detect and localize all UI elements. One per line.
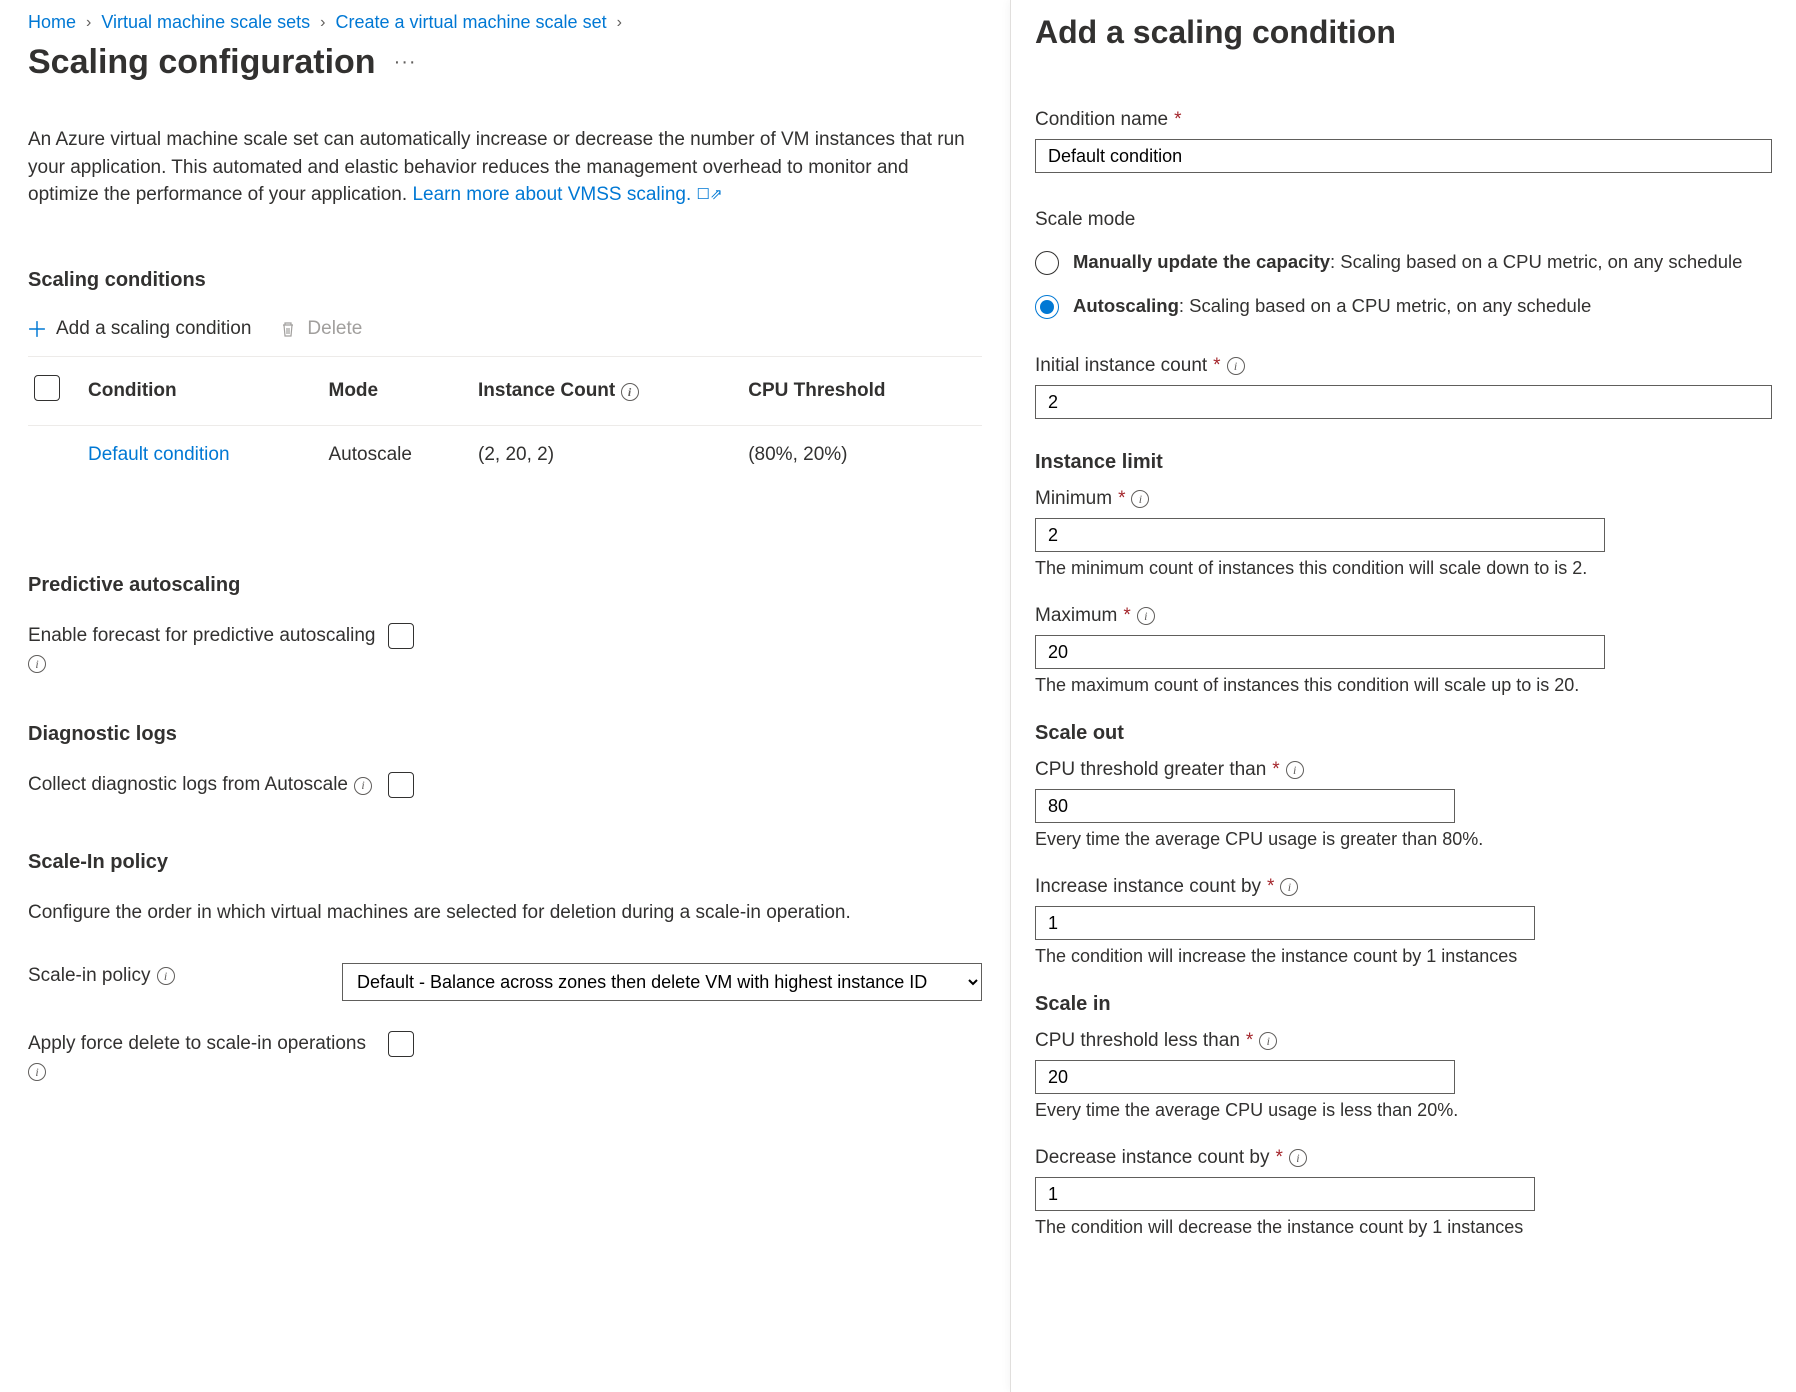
- cpu-gt-input[interactable]: [1035, 789, 1455, 823]
- section-diagnostic: Diagnostic logs: [28, 723, 982, 746]
- info-icon[interactable]: i: [28, 655, 46, 673]
- info-icon[interactable]: i: [1137, 607, 1155, 625]
- cell-instance-count: (2, 20, 2): [478, 425, 748, 484]
- chevron-right-icon: ›: [86, 14, 91, 32]
- delete-button: Delete: [279, 318, 362, 340]
- min-input[interactable]: [1035, 518, 1605, 552]
- section-scaling-conditions: Scaling conditions: [28, 269, 982, 292]
- section-predictive: Predictive autoscaling: [28, 574, 982, 597]
- diagnostic-checkbox[interactable]: [388, 772, 414, 798]
- col-instance-count: Instance Count i: [478, 357, 748, 426]
- cpu-gt-hint: Every time the average CPU usage is grea…: [1035, 829, 1772, 850]
- chevron-right-icon: ›: [617, 14, 622, 32]
- info-icon[interactable]: i: [28, 1063, 46, 1081]
- more-actions-icon[interactable]: ···: [394, 51, 417, 74]
- cpu-lt-label: CPU threshold less than* i: [1035, 1030, 1772, 1052]
- radio-icon[interactable]: [1035, 295, 1059, 319]
- inc-input[interactable]: [1035, 906, 1535, 940]
- add-condition-label: Add a scaling condition: [56, 318, 251, 340]
- table-row[interactable]: Default condition Autoscale (2, 20, 2) (…: [28, 425, 982, 484]
- info-icon[interactable]: i: [1227, 357, 1245, 375]
- section-scale-in: Scale-In policy: [28, 851, 982, 874]
- delete-label: Delete: [307, 318, 362, 340]
- scale-out-title: Scale out: [1035, 722, 1772, 745]
- scale-in-policy-select[interactable]: Default - Balance across zones then dele…: [342, 963, 982, 1001]
- radio-manual-text: Manually update the capacity: Scaling ba…: [1073, 249, 1742, 275]
- diagnostic-label: Collect diagnostic logs from Autoscale i: [28, 772, 388, 799]
- initial-count-label: Initial instance count* i: [1035, 355, 1772, 377]
- radio-auto-text: Autoscaling: Scaling based on a CPU metr…: [1073, 293, 1591, 319]
- add-condition-button[interactable]: Add a scaling condition: [28, 318, 251, 340]
- force-delete-checkbox[interactable]: [388, 1031, 414, 1057]
- radio-icon[interactable]: [1035, 251, 1059, 275]
- chevron-right-icon: ›: [320, 14, 325, 32]
- radio-manual[interactable]: Manually update the capacity: Scaling ba…: [1035, 249, 1772, 275]
- page-title: Scaling configuration: [28, 43, 376, 82]
- plus-icon: [28, 320, 46, 338]
- scale-mode-label: Scale mode: [1035, 209, 1772, 231]
- predictive-checkbox[interactable]: [388, 623, 414, 649]
- cell-cpu-threshold: (80%, 20%): [748, 425, 982, 484]
- max-label: Maximum* i: [1035, 605, 1772, 627]
- info-icon[interactable]: i: [1259, 1032, 1277, 1050]
- breadcrumb: Home › Virtual machine scale sets › Crea…: [28, 12, 982, 33]
- info-icon[interactable]: i: [1131, 490, 1149, 508]
- radio-autoscaling[interactable]: Autoscaling: Scaling based on a CPU metr…: [1035, 293, 1772, 319]
- inc-label: Increase instance count by* i: [1035, 876, 1772, 898]
- col-condition: Condition: [88, 357, 329, 426]
- max-input[interactable]: [1035, 635, 1605, 669]
- external-link-icon: ☐⇗: [697, 184, 723, 206]
- blade-panel: Add a scaling condition Condition name* …: [1010, 0, 1796, 1392]
- intro-text: An Azure virtual machine scale set can a…: [28, 126, 982, 209]
- blade-title: Add a scaling condition: [1035, 14, 1772, 51]
- info-icon[interactable]: i: [354, 777, 372, 795]
- info-icon[interactable]: i: [1289, 1149, 1307, 1167]
- scale-in-desc: Configure the order in which virtual mac…: [28, 900, 982, 927]
- col-cpu-threshold: CPU Threshold: [748, 357, 982, 426]
- breadcrumb-vmss[interactable]: Virtual machine scale sets: [101, 12, 310, 33]
- min-label: Minimum* i: [1035, 488, 1772, 510]
- conditions-table: Condition Mode Instance Count i CPU Thre…: [28, 357, 982, 484]
- cpu-lt-input[interactable]: [1035, 1060, 1455, 1094]
- dec-label: Decrease instance count by* i: [1035, 1147, 1772, 1169]
- conditions-toolbar: Add a scaling condition Delete: [28, 318, 982, 357]
- breadcrumb-create[interactable]: Create a virtual machine scale set: [335, 12, 606, 33]
- predictive-label: Enable forecast for predictive autoscali…: [28, 623, 388, 674]
- inc-hint: The condition will increase the instance…: [1035, 946, 1772, 967]
- force-delete-label: Apply force delete to scale-in operation…: [28, 1031, 388, 1082]
- initial-count-input[interactable]: [1035, 385, 1772, 419]
- breadcrumb-home[interactable]: Home: [28, 12, 76, 33]
- col-mode: Mode: [329, 357, 479, 426]
- info-icon[interactable]: i: [1280, 878, 1298, 896]
- select-all-checkbox[interactable]: [34, 375, 60, 401]
- condition-link[interactable]: Default condition: [88, 444, 230, 465]
- info-icon[interactable]: i: [157, 967, 175, 985]
- learn-more-link[interactable]: Learn more about VMSS scaling. ☐⇗: [412, 184, 722, 205]
- min-hint: The minimum count of instances this cond…: [1035, 558, 1772, 579]
- instance-limit-title: Instance limit: [1035, 451, 1772, 474]
- cpu-gt-label: CPU threshold greater than* i: [1035, 759, 1772, 781]
- condition-name-label: Condition name*: [1035, 109, 1772, 131]
- max-hint: The maximum count of instances this cond…: [1035, 675, 1772, 696]
- info-icon[interactable]: i: [1286, 761, 1304, 779]
- cell-mode: Autoscale: [329, 425, 479, 484]
- policy-label: Scale-in policy i: [28, 963, 342, 990]
- condition-name-input[interactable]: [1035, 139, 1772, 173]
- dec-input[interactable]: [1035, 1177, 1535, 1211]
- scale-in-title: Scale in: [1035, 993, 1772, 1016]
- trash-icon: [279, 320, 297, 338]
- dec-hint: The condition will decrease the instance…: [1035, 1217, 1772, 1238]
- info-icon[interactable]: i: [621, 383, 639, 401]
- cpu-lt-hint: Every time the average CPU usage is less…: [1035, 1100, 1772, 1121]
- main-pane: Home › Virtual machine scale sets › Crea…: [0, 0, 1010, 1392]
- learn-more-label: Learn more about VMSS scaling.: [412, 184, 691, 205]
